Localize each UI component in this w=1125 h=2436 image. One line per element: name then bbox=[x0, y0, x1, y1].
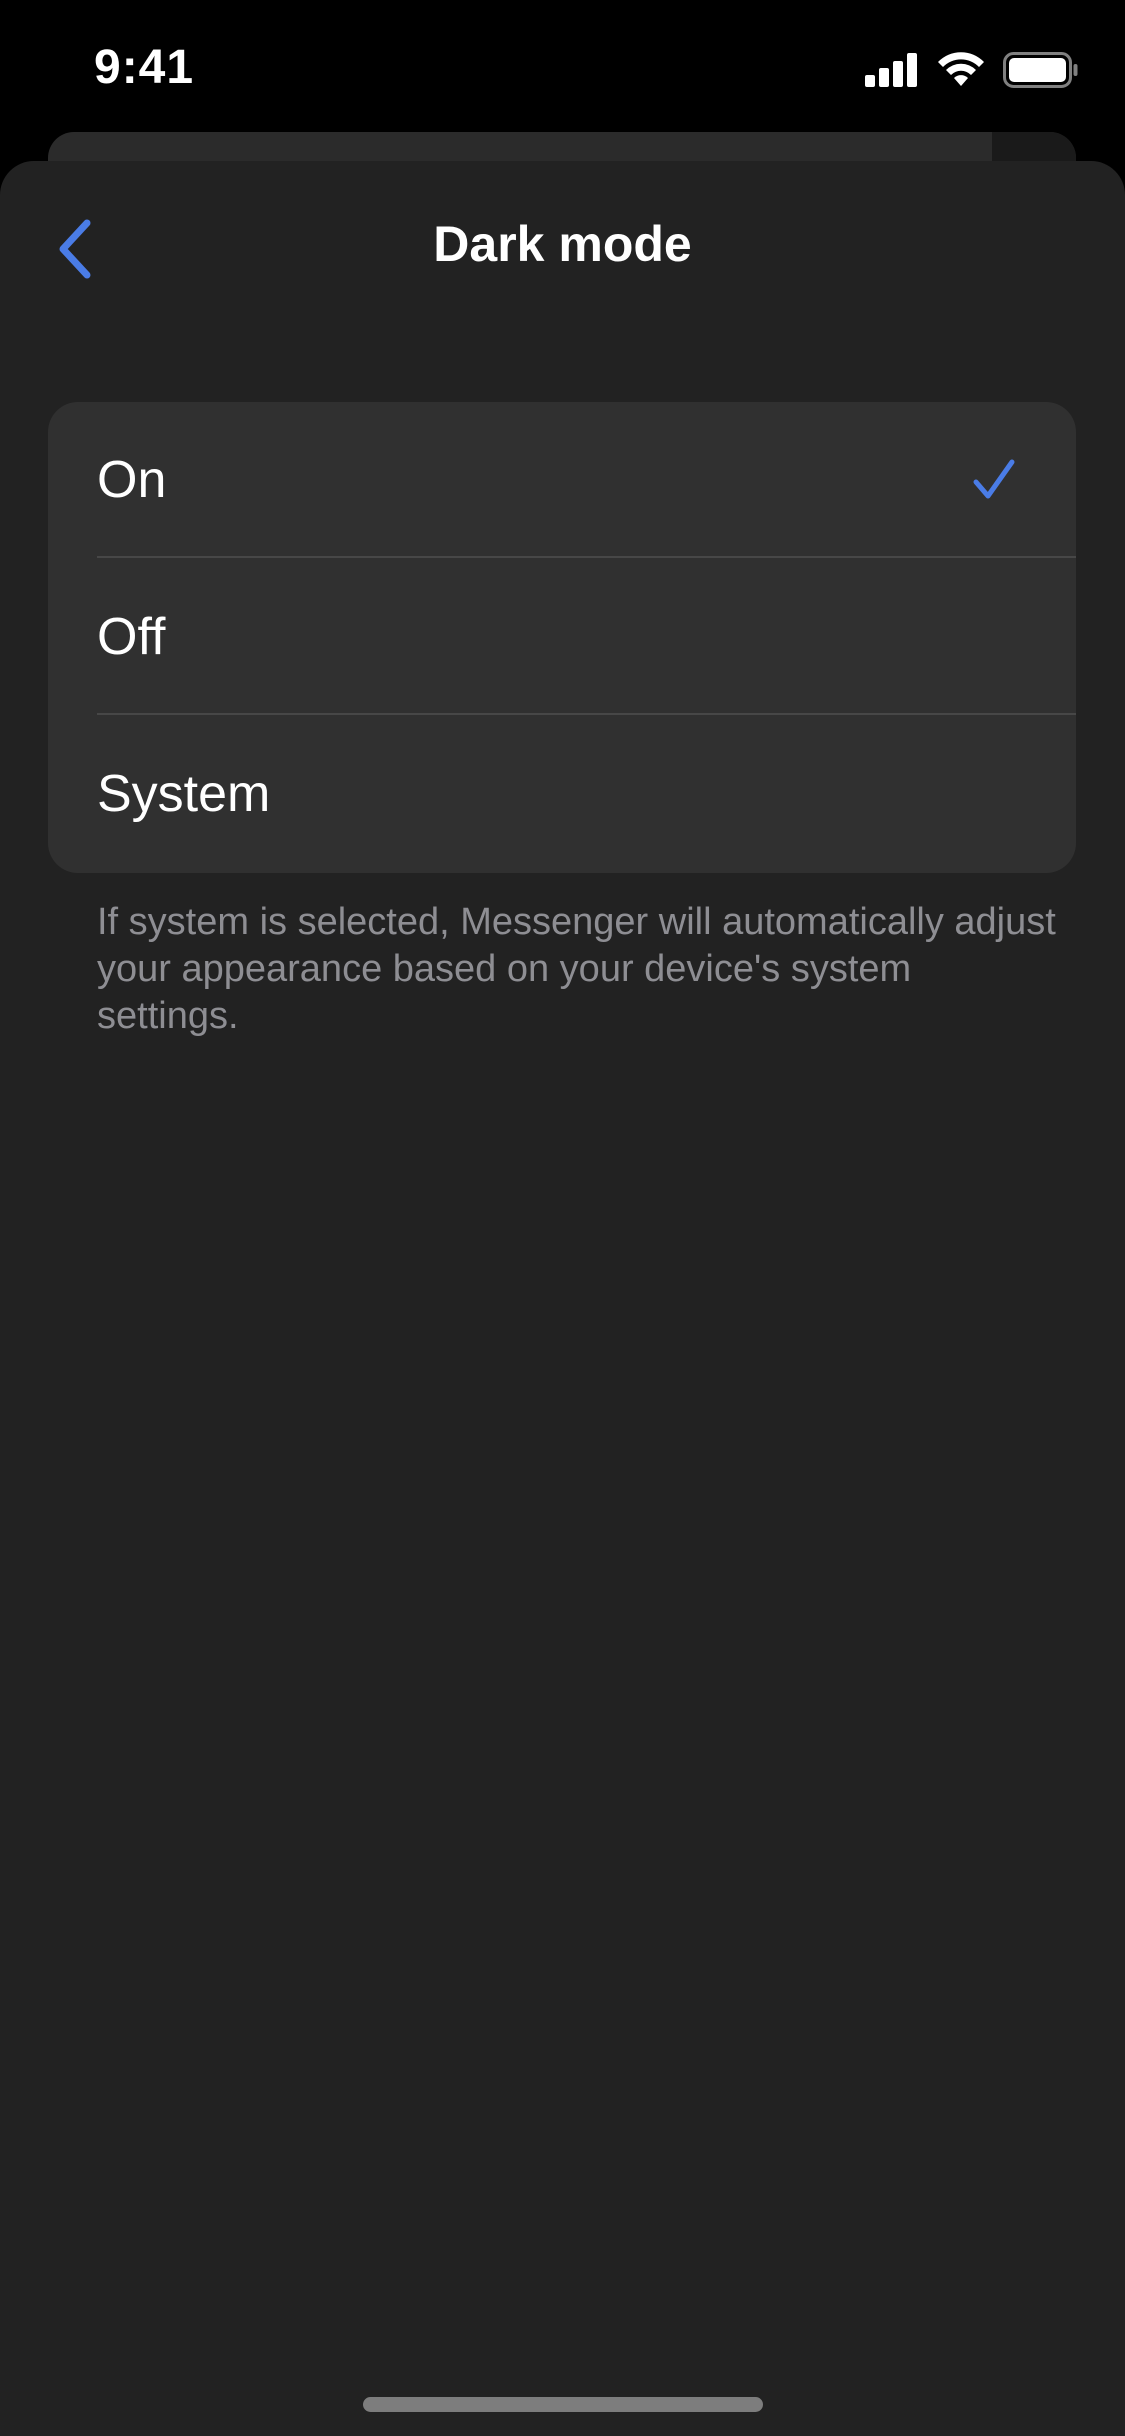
wifi-icon bbox=[938, 52, 984, 86]
status-bar: 9:41 bbox=[0, 0, 1125, 132]
cellular-signal-icon bbox=[865, 53, 917, 87]
option-off-label: Off bbox=[97, 608, 166, 666]
home-indicator[interactable] bbox=[363, 2397, 763, 2412]
dark-mode-sheet: Dark mode On Off System If system is sel… bbox=[0, 161, 1125, 2436]
checkmark-icon bbox=[973, 459, 1015, 499]
dark-mode-options: On Off System bbox=[48, 402, 1076, 873]
status-time: 9:41 bbox=[94, 41, 195, 94]
battery-icon bbox=[1003, 52, 1078, 88]
page-title: Dark mode bbox=[433, 216, 692, 272]
nav-header: Dark mode bbox=[0, 161, 1125, 331]
option-off[interactable]: Off bbox=[48, 559, 1076, 715]
option-on-label: On bbox=[97, 451, 167, 509]
helper-text: If system is selected, Messenger will au… bbox=[97, 901, 1056, 1037]
option-system-label: System bbox=[97, 765, 271, 823]
divider bbox=[97, 713, 1076, 715]
status-icons bbox=[865, 50, 1079, 90]
divider bbox=[97, 556, 1076, 558]
option-system[interactable]: System bbox=[48, 716, 1076, 872]
option-on[interactable]: On bbox=[48, 402, 1076, 558]
